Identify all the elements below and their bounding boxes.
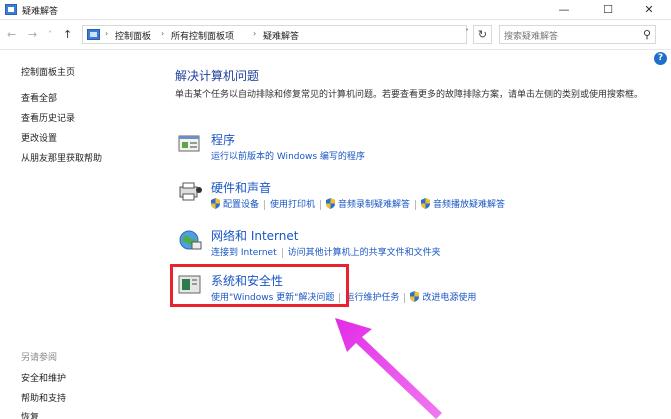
breadcrumb-troubleshooting[interactable]: 疑难解答 xyxy=(263,29,299,42)
sidebar-item-change-settings[interactable]: 更改设置 xyxy=(21,131,57,144)
title-bar: 疑难解答 — ☐ ✕ xyxy=(0,0,671,20)
link-divider xyxy=(264,199,266,210)
network-icon xyxy=(179,230,202,250)
see-also-heading: 另请参阅 xyxy=(21,353,58,363)
chevron-right-icon[interactable]: › xyxy=(253,29,256,38)
category-network-internet-title[interactable]: 网络和 Internet xyxy=(211,227,298,244)
sidebar-item-security-maintenance[interactable]: 安全和维护 xyxy=(21,371,66,384)
category-programs-links: 运行以前版本的 Windows 编写的程序 xyxy=(211,149,365,162)
link-divider xyxy=(404,292,406,303)
up-arrow-icon[interactable]: ↑ xyxy=(63,28,72,41)
page-title: 解决计算机问题 xyxy=(175,69,260,83)
sidebar-item-recovery[interactable]: 恢复 xyxy=(21,410,39,419)
address-dropdown-chevron-icon[interactable]: ˅ xyxy=(465,28,469,37)
improve-power-usage-link[interactable]: 改进电源使用 xyxy=(422,293,476,303)
minimize-button[interactable]: — xyxy=(542,0,586,20)
run-maintenance-tasks-link[interactable]: 运行维护任务 xyxy=(345,293,399,303)
sidebar-item-control-panel-home[interactable]: 控制面板主页 xyxy=(21,65,75,78)
link-divider xyxy=(281,247,283,258)
pointer-arrow-annotation xyxy=(335,318,442,419)
audio-playback-troubleshoot-link[interactable]: 音频播放疑难解答 xyxy=(433,200,505,210)
breadcrumb-all-items[interactable]: 所有控制面板项 xyxy=(171,29,234,42)
link-divider xyxy=(320,199,322,210)
programs-icon xyxy=(178,135,200,152)
window-title: 疑难解答 xyxy=(22,7,59,17)
audio-recording-troubleshoot-link[interactable]: 音频录制疑难解答 xyxy=(338,200,410,210)
close-button[interactable]: ✕ xyxy=(627,0,671,20)
search-placeholder: 搜索疑难解答 xyxy=(504,32,559,42)
access-shared-files-link[interactable]: 访问其他计算机上的共享文件和文件夹 xyxy=(288,248,441,258)
page-description: 单击某个任务以自动排除和修复常见的计算机问题。若要查看更多的故障排除方案，请单击… xyxy=(175,90,644,100)
link-divider xyxy=(415,199,417,210)
run-older-programs-link[interactable]: 运行以前版本的 Windows 编写的程序 xyxy=(211,152,365,162)
chevron-right-icon[interactable]: › xyxy=(161,29,164,38)
help-icon[interactable]: ? xyxy=(654,52,667,65)
search-icon[interactable]: ⚲ xyxy=(643,28,651,41)
category-hardware-sound-title[interactable]: 硬件和声音 xyxy=(211,179,271,196)
maximize-button[interactable]: ☐ xyxy=(586,0,630,20)
category-hardware-sound-links: 配置设备 使用打印机 音频录制疑难解答 音频播放疑难解答 xyxy=(211,197,505,210)
uac-shield-icon xyxy=(211,198,220,209)
category-network-internet-links: 连接到 Internet 访问其他计算机上的共享文件和文件夹 xyxy=(211,245,441,258)
use-printer-link[interactable]: 使用打印机 xyxy=(270,200,315,210)
configure-device-link[interactable]: 配置设备 xyxy=(223,200,259,210)
sidebar-item-help-support[interactable]: 帮助和支持 xyxy=(21,391,66,404)
control-panel-icon xyxy=(87,29,100,40)
refresh-button[interactable]: ↻ xyxy=(473,25,492,44)
recent-locations-chevron-icon[interactable]: ˅ xyxy=(48,30,52,39)
sidebar-item-view-history[interactable]: 查看历史记录 xyxy=(21,111,75,124)
uac-shield-icon xyxy=(421,198,431,209)
uac-shield-icon xyxy=(326,198,336,209)
address-bar[interactable]: › 控制面板 › 所有控制面板项 › 疑难解答 xyxy=(82,25,467,44)
breadcrumb-control-panel[interactable]: 控制面板 xyxy=(115,29,151,42)
sidebar-item-view-all[interactable]: 查看全部 xyxy=(21,91,57,104)
uac-shield-icon xyxy=(410,291,420,302)
connect-to-internet-link[interactable]: 连接到 Internet xyxy=(211,248,277,258)
troubleshooting-app-icon xyxy=(5,4,17,15)
forward-arrow-icon[interactable]: → xyxy=(28,28,37,41)
back-arrow-icon[interactable]: ← xyxy=(7,28,16,41)
category-programs-title[interactable]: 程序 xyxy=(211,131,235,148)
left-navigation-pane: 控制面板主页 查看全部 查看历史记录 更改设置 从朋友那里获取帮助 xyxy=(0,50,150,419)
search-input[interactable]: 搜索疑难解答 ⚲ xyxy=(499,25,656,44)
hardware-sound-icon xyxy=(179,182,202,201)
highlight-box-annotation xyxy=(170,264,349,307)
sidebar-item-get-help-from-friend[interactable]: 从朋友那里获取帮助 xyxy=(21,151,102,164)
chevron-right-icon[interactable]: › xyxy=(105,29,108,38)
